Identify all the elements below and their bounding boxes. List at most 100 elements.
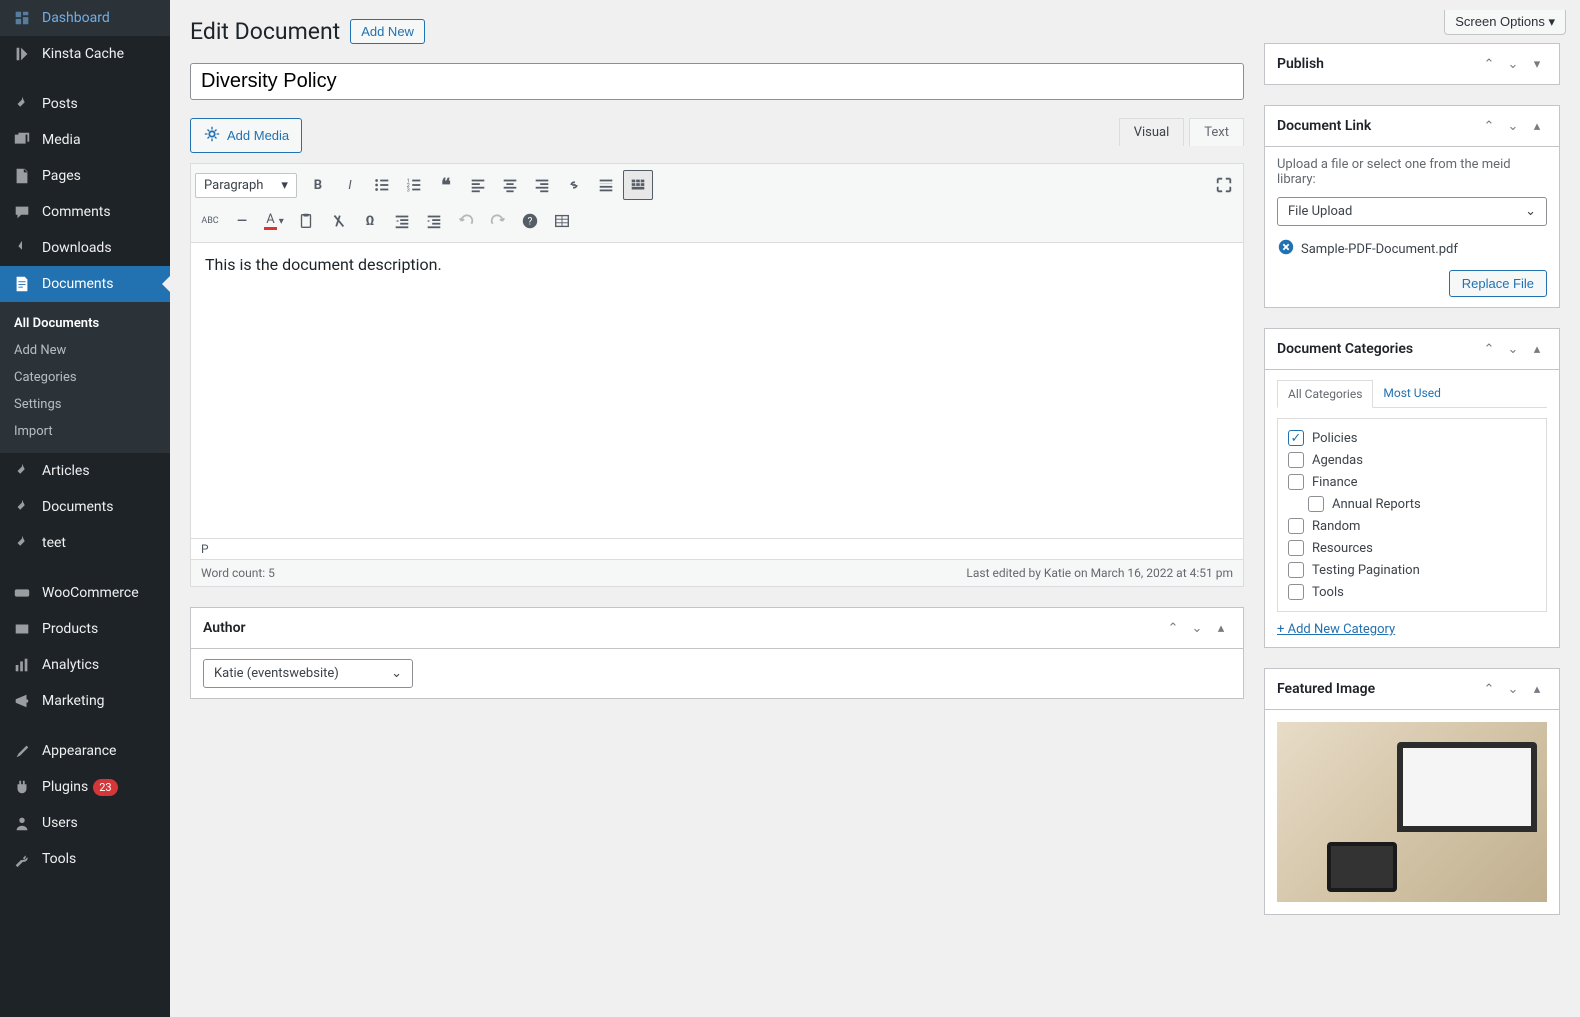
sidebar-item-tools[interactable]: Tools (0, 841, 170, 877)
move-down-icon[interactable]: ⌄ (1503, 679, 1523, 699)
add-new-button[interactable]: Add New (350, 19, 425, 44)
screen-options-button[interactable]: Screen Options ▾ (1444, 10, 1566, 35)
main-content: Edit Document Add New Add Media Visual T… (170, 0, 1580, 1017)
author-select[interactable]: Katie (eventswebsite) ⌄ (203, 659, 413, 688)
hr-button[interactable]: — (227, 206, 257, 236)
sidebar-item-dashboard[interactable]: Dashboard (0, 0, 170, 36)
toolbar-toggle-button[interactable] (623, 170, 653, 200)
checkbox-icon[interactable] (1288, 452, 1304, 468)
link-button[interactable] (559, 170, 589, 200)
submenu-all-documents[interactable]: All Documents (0, 310, 170, 337)
replace-file-button[interactable]: Replace File (1449, 270, 1547, 297)
submenu-import[interactable]: Import (0, 418, 170, 445)
undo-button[interactable] (451, 206, 481, 236)
featured-image-thumbnail[interactable] (1277, 722, 1547, 902)
sidebar-item-documents2[interactable]: Documents (0, 489, 170, 525)
checkbox-icon[interactable] (1288, 584, 1304, 600)
toggle-icon[interactable]: ▴ (1527, 116, 1547, 136)
file-upload-select[interactable]: File Upload ⌄ (1277, 197, 1547, 226)
clear-format-button[interactable] (323, 206, 353, 236)
checkbox-icon[interactable] (1288, 518, 1304, 534)
sidebar-item-articles[interactable]: Articles (0, 453, 170, 489)
document-title-input[interactable] (190, 63, 1244, 100)
move-up-icon[interactable]: ⌃ (1479, 54, 1499, 74)
strikethrough-button[interactable]: ABC (195, 206, 225, 236)
toggle-icon[interactable]: ▴ (1527, 679, 1547, 699)
move-up-icon[interactable]: ⌃ (1479, 116, 1499, 136)
sidebar-item-users[interactable]: Users (0, 805, 170, 841)
align-center-button[interactable] (495, 170, 525, 200)
submenu-add-new[interactable]: Add New (0, 337, 170, 364)
sidebar-item-appearance[interactable]: Appearance (0, 733, 170, 769)
number-list-button[interactable]: 123 (399, 170, 429, 200)
align-right-button[interactable] (527, 170, 557, 200)
text-color-button[interactable]: A▾ (259, 206, 289, 236)
move-down-icon[interactable]: ⌄ (1187, 618, 1207, 638)
sidebar-item-plugins[interactable]: Plugins 23 (0, 769, 170, 805)
sidebar-label: Pages (42, 168, 81, 184)
special-char-button[interactable]: Ω (355, 206, 385, 236)
indent-button[interactable] (419, 206, 449, 236)
bullet-list-button[interactable] (367, 170, 397, 200)
redo-button[interactable] (483, 206, 513, 236)
move-up-icon[interactable]: ⌃ (1163, 618, 1183, 638)
toggle-icon[interactable]: ▴ (1527, 339, 1547, 359)
category-item[interactable]: ✓Policies (1288, 427, 1536, 449)
add-media-button[interactable]: Add Media (190, 118, 302, 153)
bold-button[interactable]: B (303, 170, 333, 200)
outdent-button[interactable] (387, 206, 417, 236)
move-down-icon[interactable]: ⌄ (1503, 116, 1523, 136)
move-down-icon[interactable]: ⌄ (1503, 339, 1523, 359)
file-row: Sample-PDF-Document.pdf (1277, 238, 1547, 260)
sidebar-item-downloads[interactable]: Downloads (0, 230, 170, 266)
move-up-icon[interactable]: ⌃ (1479, 679, 1499, 699)
sidebar-item-kinsta[interactable]: Kinsta Cache (0, 36, 170, 72)
editor-tab-visual[interactable]: Visual (1119, 118, 1185, 146)
paste-text-button[interactable] (291, 206, 321, 236)
table-button[interactable] (547, 206, 577, 236)
category-item[interactable]: Random (1288, 515, 1536, 537)
move-up-icon[interactable]: ⌃ (1479, 339, 1499, 359)
sidebar-item-marketing[interactable]: Marketing (0, 683, 170, 719)
sidebar-item-documents[interactable]: Documents (0, 266, 170, 302)
toggle-icon[interactable]: ▴ (1211, 618, 1231, 638)
sidebar-item-analytics[interactable]: Analytics (0, 647, 170, 683)
move-down-icon[interactable]: ⌄ (1503, 54, 1523, 74)
sidebar-item-posts[interactable]: Posts (0, 86, 170, 122)
italic-button[interactable]: I (335, 170, 365, 200)
fullscreen-button[interactable] (1209, 170, 1239, 200)
sidebar-item-products[interactable]: Products (0, 611, 170, 647)
remove-file-icon[interactable] (1277, 238, 1295, 260)
category-item[interactable]: Tools (1288, 581, 1536, 603)
cat-tab-all[interactable]: All Categories (1277, 380, 1373, 408)
sidebar-item-teet[interactable]: teet (0, 525, 170, 561)
checkbox-icon[interactable] (1288, 562, 1304, 578)
sidebar-item-media[interactable]: Media (0, 122, 170, 158)
submenu-settings[interactable]: Settings (0, 391, 170, 418)
sidebar-label: teet (42, 535, 66, 551)
editor-content[interactable]: This is the document description. (191, 243, 1243, 538)
submenu-categories[interactable]: Categories (0, 364, 170, 391)
category-item[interactable]: Agendas (1288, 449, 1536, 471)
align-left-button[interactable] (463, 170, 493, 200)
category-item[interactable]: Resources (1288, 537, 1536, 559)
checkbox-icon[interactable] (1288, 474, 1304, 490)
checkbox-icon[interactable] (1288, 540, 1304, 556)
cat-tab-most[interactable]: Most Used (1373, 380, 1451, 407)
sidebar-item-pages[interactable]: Pages (0, 158, 170, 194)
quote-button[interactable]: ❝ (431, 170, 461, 200)
more-button[interactable] (591, 170, 621, 200)
category-item[interactable]: Finance (1288, 471, 1536, 493)
sidebar-item-comments[interactable]: Comments (0, 194, 170, 230)
page-icon (12, 166, 32, 186)
editor-tab-text[interactable]: Text (1189, 118, 1244, 146)
checkbox-icon[interactable] (1308, 496, 1324, 512)
help-button[interactable]: ? (515, 206, 545, 236)
category-item[interactable]: Annual Reports (1288, 493, 1536, 515)
format-select[interactable]: Paragraph ▾ (195, 173, 297, 198)
toggle-icon[interactable]: ▾ (1527, 54, 1547, 74)
add-category-link[interactable]: + Add New Category (1277, 622, 1395, 637)
sidebar-item-woocommerce[interactable]: WooCommerce (0, 575, 170, 611)
checkbox-checked-icon[interactable]: ✓ (1288, 430, 1304, 446)
category-item[interactable]: Testing Pagination (1288, 559, 1536, 581)
